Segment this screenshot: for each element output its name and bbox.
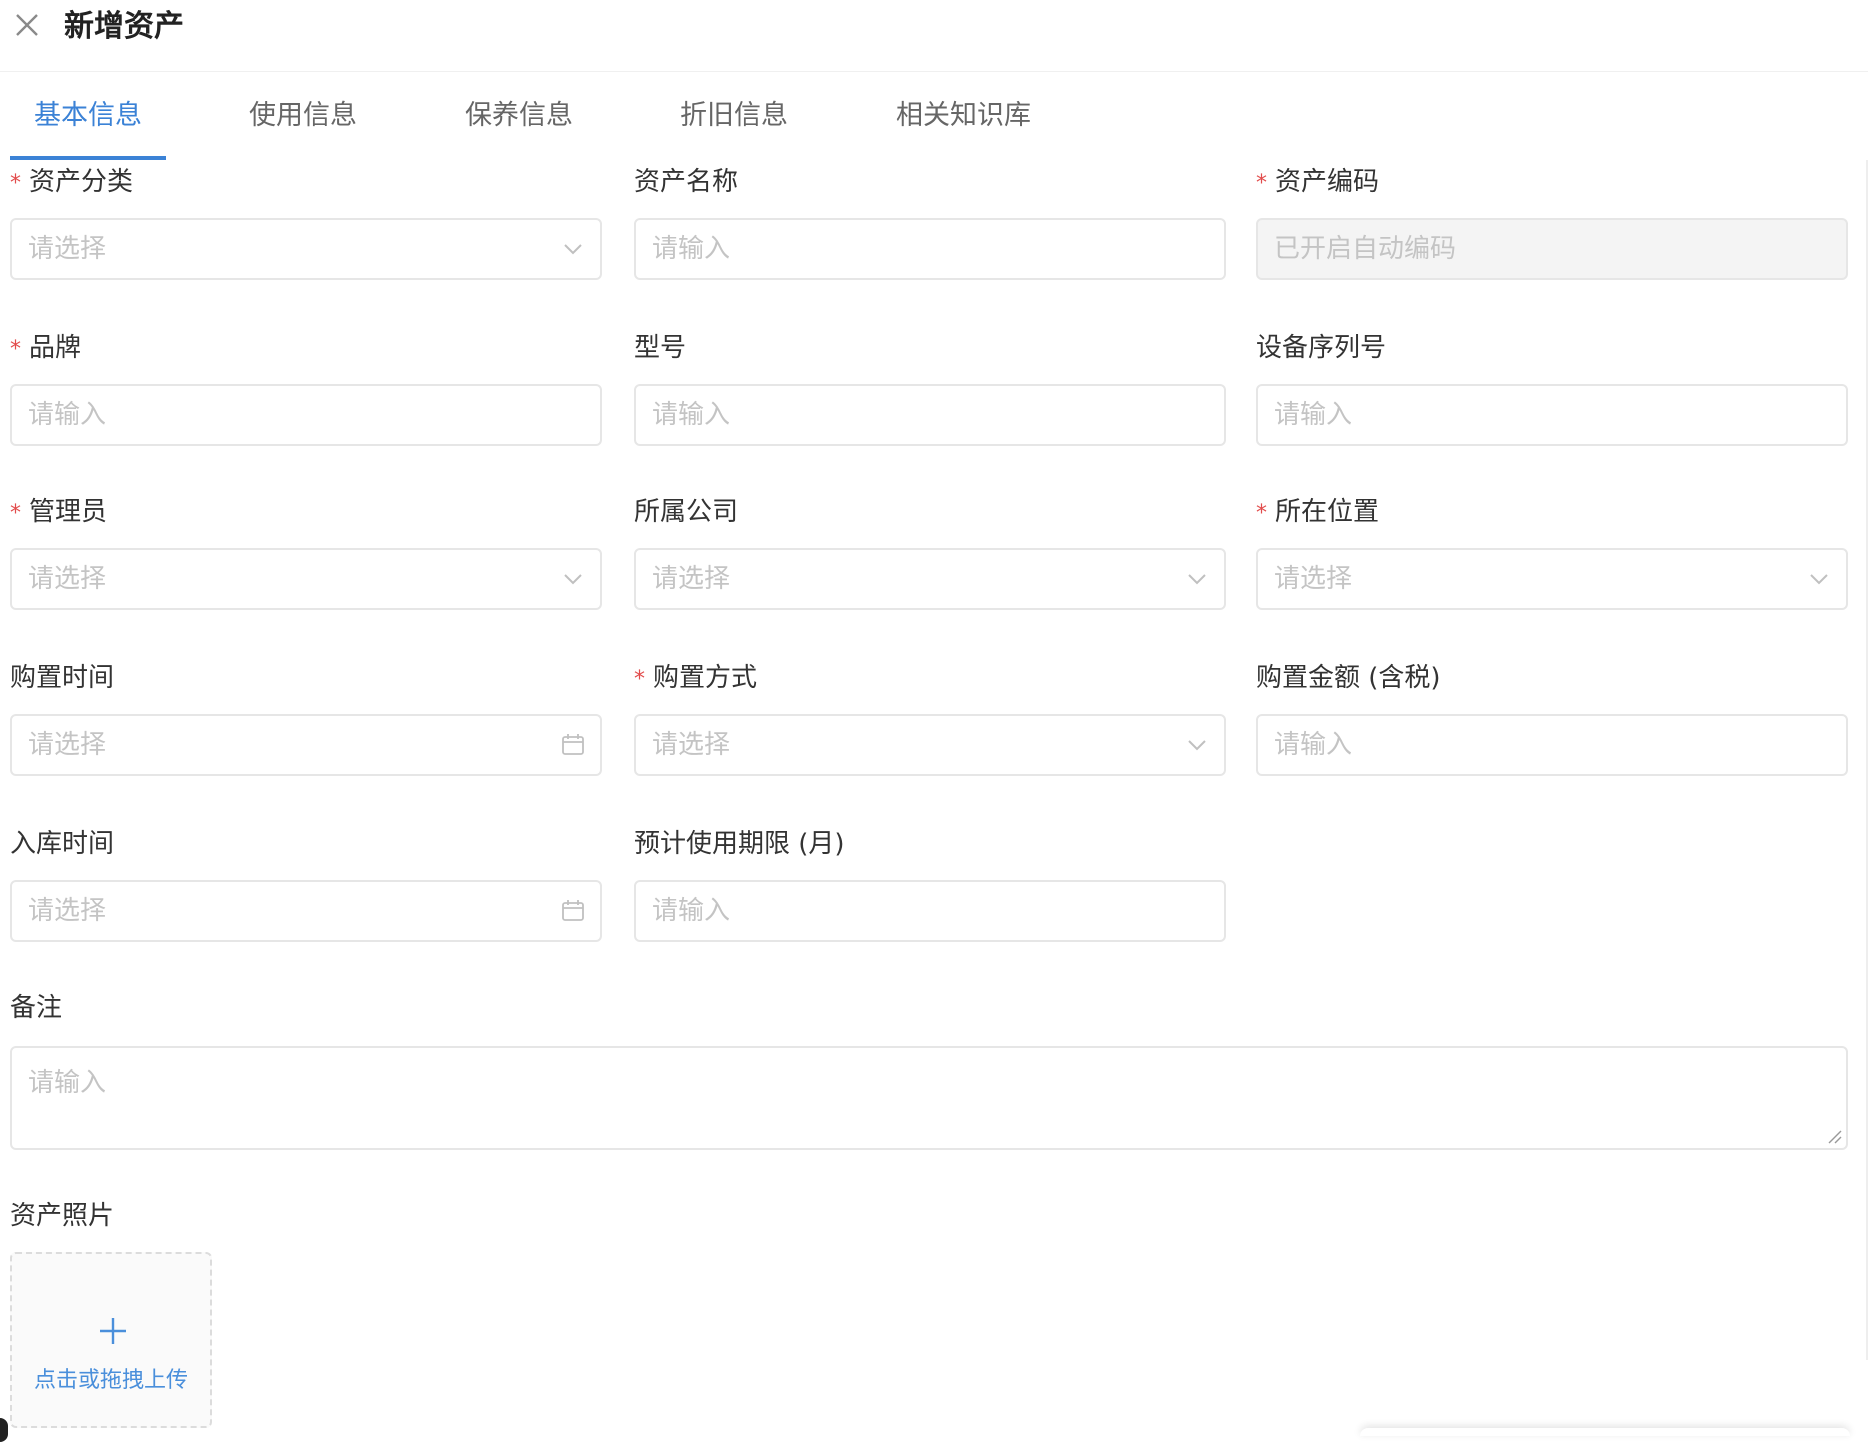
purchase-amount-label: 购置金额 (含税) xyxy=(1256,663,1441,693)
purchase-method-select[interactable]: 请选择 xyxy=(634,714,1226,776)
photo-upload-area[interactable]: 点击或拖拽上传 xyxy=(10,1252,212,1428)
tab-maintenance-info[interactable]: 保养信息 xyxy=(465,92,573,162)
calendar-icon xyxy=(560,898,586,924)
name-input[interactable]: 请输入 xyxy=(634,218,1226,280)
code-label: * 资产编码 xyxy=(1256,167,1380,197)
brand-input[interactable]: 请输入 xyxy=(10,384,602,446)
plus-icon xyxy=(100,1318,126,1344)
chevron-down-icon xyxy=(1806,566,1832,592)
location-label: * 所在位置 xyxy=(1256,497,1380,527)
serial-input[interactable]: 请输入 xyxy=(1256,384,1848,446)
model-input[interactable]: 请输入 xyxy=(634,384,1226,446)
tab-knowledge-base[interactable]: 相关知识库 xyxy=(896,92,1031,162)
resize-handle-icon[interactable] xyxy=(1826,1128,1842,1144)
required-mark: * xyxy=(634,667,645,692)
required-mark: * xyxy=(10,171,21,196)
category-label: * 资产分类 xyxy=(10,167,134,197)
active-tab-indicator xyxy=(10,156,166,160)
bottom-panel-edge xyxy=(1360,1428,1850,1436)
brand-label: * 品牌 xyxy=(10,333,82,363)
tab-basic-info[interactable]: 基本信息 xyxy=(34,92,142,162)
close-icon xyxy=(16,14,38,36)
required-mark: * xyxy=(1256,171,1267,196)
admin-select[interactable]: 请选择 xyxy=(10,548,602,610)
serial-label: 设备序列号 xyxy=(1256,333,1387,363)
page-title: 新增资产 xyxy=(64,9,184,44)
close-button[interactable] xyxy=(12,10,42,40)
chevron-down-icon xyxy=(1184,732,1210,758)
remark-textarea[interactable]: 请输入 xyxy=(10,1046,1848,1150)
photo-label: 资产照片 xyxy=(10,1201,115,1231)
admin-label: * 管理员 xyxy=(10,497,108,527)
dialog-header: 新增资产 xyxy=(0,0,1868,72)
tab-bar: 基本信息 使用信息 保养信息 折旧信息 相关知识库 xyxy=(0,92,1868,162)
usage-period-label: 预计使用期限 (月) xyxy=(634,829,845,859)
code-input: 已开启自动编码 xyxy=(1256,218,1848,280)
chevron-down-icon xyxy=(560,236,586,262)
category-select[interactable]: 请选择 xyxy=(10,218,602,280)
storage-time-label: 入库时间 xyxy=(10,829,115,859)
location-select[interactable]: 请选择 xyxy=(1256,548,1848,610)
purchase-time-label: 购置时间 xyxy=(10,663,115,693)
corner-marker xyxy=(0,1418,8,1442)
chevron-down-icon xyxy=(1184,566,1210,592)
upload-hint: 点击或拖拽上传 xyxy=(33,1368,188,1393)
purchase-amount-input[interactable]: 请输入 xyxy=(1256,714,1848,776)
required-mark: * xyxy=(10,501,21,526)
name-label: 资产名称 xyxy=(634,167,739,197)
usage-period-input[interactable]: 请输入 xyxy=(634,880,1226,942)
remark-label: 备注 xyxy=(10,993,63,1023)
chevron-down-icon xyxy=(560,566,586,592)
required-mark: * xyxy=(10,337,21,362)
purchase-method-label: * 购置方式 xyxy=(634,663,758,693)
company-label: 所属公司 xyxy=(634,497,739,527)
tab-usage-info[interactable]: 使用信息 xyxy=(249,92,357,162)
model-label: 型号 xyxy=(634,333,687,363)
storage-time-picker[interactable]: 请选择 xyxy=(10,880,602,942)
required-mark: * xyxy=(1256,501,1267,526)
tab-depreciation-info[interactable]: 折旧信息 xyxy=(680,92,788,162)
purchase-time-picker[interactable]: 请选择 xyxy=(10,714,602,776)
calendar-icon xyxy=(560,732,586,758)
company-select[interactable]: 请选择 xyxy=(634,548,1226,610)
